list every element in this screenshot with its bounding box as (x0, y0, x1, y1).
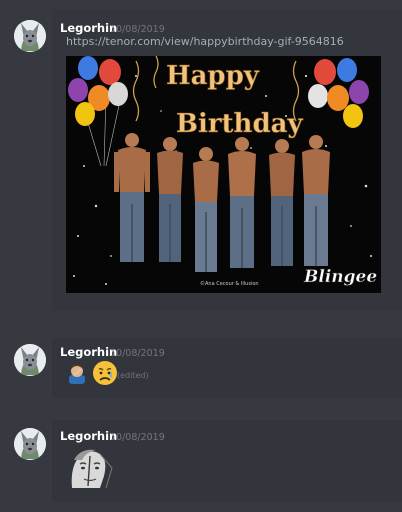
author-name[interactable]: Legorhin (60, 429, 117, 443)
gif-text-happy: Happy (166, 61, 260, 91)
statue-face-emoji[interactable] (66, 446, 120, 490)
gif-image: Happy Birthday ©Ana Cecour & Illusion Bl… (66, 56, 381, 293)
author-name[interactable]: Legorhin (60, 345, 117, 359)
message-2: Legorhin 10/08/2019 (edited) (0, 330, 402, 400)
avatar[interactable] (14, 344, 46, 376)
message-3: Legorhin 10/08/2019 (0, 412, 402, 512)
sad-but-relieved-face-emoji[interactable] (92, 360, 118, 386)
message-timestamp: 10/08/2019 (110, 24, 165, 35)
message-timestamp: 10/08/2019 (110, 432, 165, 443)
avatar[interactable] (14, 20, 46, 52)
gif-text-birthday: Birthday (176, 109, 303, 139)
avatar[interactable] (14, 428, 46, 460)
message-1: Legorhin 10/08/2019 https://tenor.com/vi… (0, 0, 402, 310)
edited-label: (edited) (117, 371, 149, 380)
birthday-gif-embed[interactable]: Happy Birthday ©Ana Cecour & Illusion Bl… (66, 56, 381, 293)
author-name[interactable]: Legorhin (60, 21, 117, 35)
man-facepalming-emoji[interactable] (66, 362, 88, 384)
message-timestamp: 10/08/2019 (110, 348, 165, 359)
gif-credit: ©Ana Cecour & Illusion (200, 280, 259, 287)
gif-watermark: Blingee (303, 267, 377, 287)
gif-link[interactable]: https://tenor.com/view/happybirthday-gif… (66, 35, 344, 48)
